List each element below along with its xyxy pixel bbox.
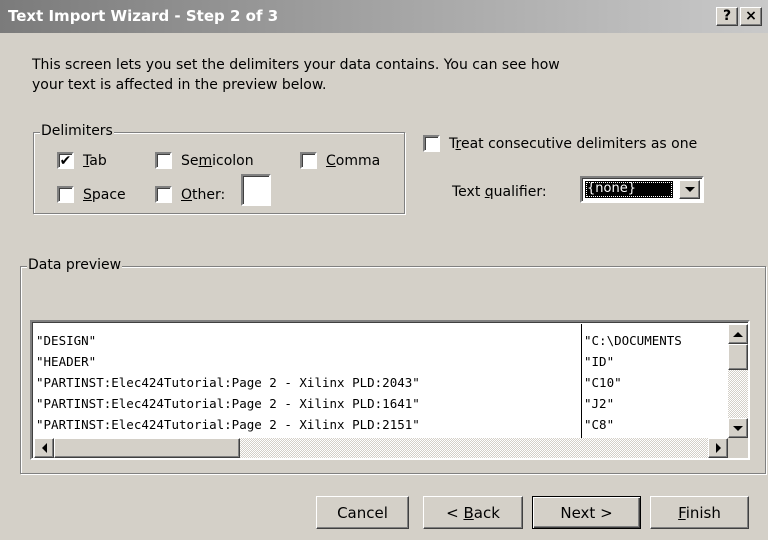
close-button[interactable]: ×: [740, 7, 762, 26]
text-qualifier-value: {none}: [585, 181, 673, 198]
checkbox-box[interactable]: [155, 186, 172, 203]
data-preview-grid[interactable]: "DESIGN" "HEADER" "PARTINST:Elec424Tutor…: [30, 320, 750, 460]
title-bar: Text Import Wizard - Step 2 of 3 ? ×: [0, 0, 768, 33]
scrollbar-corner: [728, 438, 748, 458]
check-icon: ✔: [59, 152, 72, 169]
arrow-left-icon: [41, 443, 47, 453]
checkbox-box[interactable]: [57, 186, 74, 203]
preview-cell: "PARTINST:Elec424Tutorial:Page 2 - Xilin…: [36, 417, 420, 432]
consecutive-delimiters-label: Treat consecutive delimiters as one: [449, 135, 698, 152]
next-button[interactable]: Next >: [532, 496, 641, 529]
help-button[interactable]: ?: [716, 7, 738, 26]
text-qualifier-select[interactable]: {none}: [580, 176, 704, 203]
scroll-left-button[interactable]: [34, 438, 54, 458]
preview-cell: "C10": [584, 375, 622, 390]
horizontal-scroll-thumb[interactable]: [54, 438, 240, 458]
back-button[interactable]: < Back: [423, 496, 523, 529]
tab-label: Tab: [83, 152, 107, 169]
finish-button[interactable]: Finish: [650, 496, 749, 529]
checkbox-box[interactable]: [300, 152, 317, 169]
arrow-right-icon: [715, 443, 721, 453]
preview-cell: "DESIGN": [36, 333, 97, 348]
preview-column-2[interactable]: "C:\DOCUMENTS "ID" "C10" "J2" "C8": [582, 324, 726, 438]
preview-cell: "C:\DOCUMENTS: [584, 333, 682, 348]
arrow-up-icon: [733, 331, 743, 337]
checkbox-box[interactable]: [423, 135, 440, 152]
preview-table: "DESIGN" "HEADER" "PARTINST:Elec424Tutor…: [34, 324, 726, 438]
scroll-up-button[interactable]: [728, 324, 748, 344]
space-label: Space: [83, 186, 126, 203]
preview-cell: "PARTINST:Elec424Tutorial:Page 2 - Xilin…: [36, 396, 420, 411]
horizontal-scrollbar[interactable]: [34, 438, 728, 458]
description-text: This screen lets you set the delimiters …: [32, 57, 560, 93]
preview-cell: "ID": [584, 354, 615, 369]
cancel-button[interactable]: Cancel: [316, 496, 409, 529]
delimiters-legend: Delimiters: [40, 123, 114, 139]
comma-checkbox[interactable]: Comma: [300, 152, 380, 169]
other-checkbox[interactable]: Other:: [155, 186, 225, 203]
dropdown-button[interactable]: [679, 180, 700, 199]
text-qualifier-label: Text qualifier:: [452, 184, 547, 200]
consecutive-delimiters-checkbox[interactable]: Treat consecutive delimiters as one: [423, 135, 697, 152]
space-checkbox[interactable]: Space: [57, 186, 126, 203]
arrow-down-icon: [733, 425, 743, 431]
tab-checkbox[interactable]: ✔ Tab: [57, 152, 107, 169]
window-title: Text Import Wizard - Step 2 of 3: [8, 7, 279, 25]
other-delimiter-input[interactable]: [241, 174, 271, 206]
preview-cell: "HEADER": [36, 354, 97, 369]
vertical-scrollbar[interactable]: [728, 324, 748, 438]
preview-cell: "J2": [584, 396, 615, 411]
chevron-down-icon: [684, 187, 695, 192]
comma-label: Comma: [326, 152, 381, 169]
semicolon-label: Semicolon: [181, 152, 254, 169]
semicolon-checkbox[interactable]: Semicolon: [155, 152, 254, 169]
vertical-scroll-thumb[interactable]: [728, 344, 748, 370]
scroll-right-button[interactable]: [708, 438, 728, 458]
preview-cell: "PARTINST:Elec424Tutorial:Page 2 - Xilin…: [36, 375, 420, 390]
checkbox-box[interactable]: ✔: [57, 152, 74, 169]
scroll-down-button[interactable]: [728, 418, 748, 438]
other-label: Other:: [181, 186, 226, 203]
data-preview-legend: Data preview: [27, 257, 123, 273]
preview-column-1[interactable]: "DESIGN" "HEADER" "PARTINST:Elec424Tutor…: [34, 324, 582, 438]
preview-cell: "C8": [584, 417, 615, 432]
checkbox-box[interactable]: [155, 152, 172, 169]
